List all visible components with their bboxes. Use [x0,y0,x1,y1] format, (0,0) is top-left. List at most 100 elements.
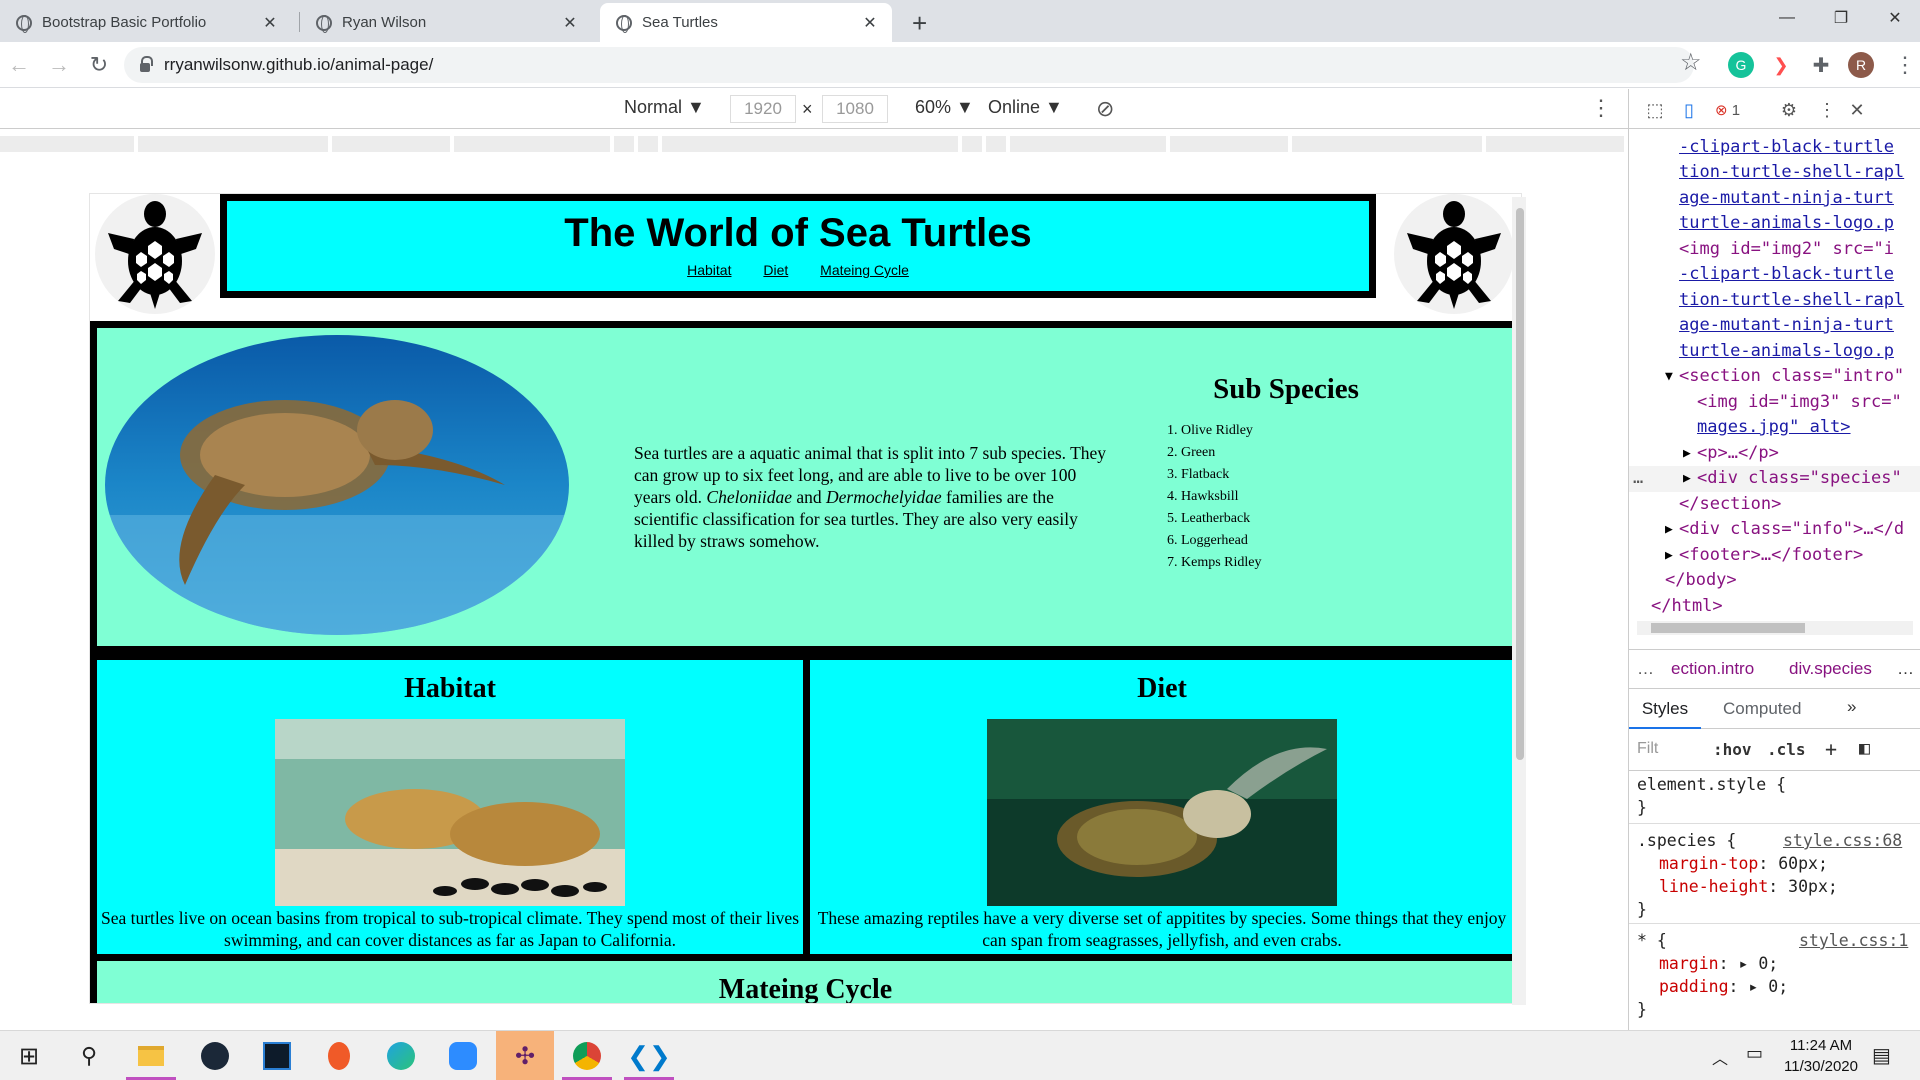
minimize-button[interactable]: — [1764,0,1810,36]
menu-icon[interactable]: ⋮ [1894,52,1916,78]
breadcrumb-item[interactable]: ection.intro [1671,659,1754,679]
close-icon[interactable]: ✕ [860,13,880,33]
dom-line[interactable]: </body> [1665,568,1737,594]
tab-sea-turtles[interactable]: Sea Turtles ✕ [600,3,892,42]
breadcrumb-item[interactable]: div.species [1789,659,1872,679]
more-icon[interactable]: ⋮ [1815,98,1839,122]
dom-line[interactable]: tion-turtle-shell-rapl [1679,160,1904,186]
extension-icon[interactable]: ❯ [1768,52,1794,78]
close-icon[interactable]: ✕ [560,13,580,33]
clock[interactable]: 11:24 AM 11/30/2020 [1776,1035,1866,1077]
maximize-button[interactable]: ❐ [1818,0,1864,36]
width-input[interactable]: 1920 [730,95,796,123]
dom-line[interactable]: <p>…</p> [1697,441,1779,467]
device-mode-dropdown[interactable]: Normal ▼ [624,97,705,118]
avatar[interactable]: R [1848,52,1874,78]
sidebar-toggle-icon[interactable]: ◧ [1859,738,1870,759]
dom-line[interactable]: <div class="info">…</d [1679,517,1904,543]
expand-icon[interactable]: ▶ [1683,441,1691,467]
dom-line-selected[interactable]: <div class="species" [1697,466,1902,492]
app-icon[interactable] [252,1031,302,1080]
expand-icon[interactable]: ▼ [1665,364,1673,390]
zoom-dropdown[interactable]: 60% ▼ [915,97,974,118]
more-icon[interactable]: … [1897,659,1914,679]
forward-button[interactable]: → [44,50,74,80]
slack-icon[interactable]: ✣ [496,1031,554,1080]
steam-icon[interactable] [190,1031,240,1080]
dom-line[interactable]: age-mutant-ninja-turt [1679,313,1894,339]
expand-icon[interactable]: ▶ [1665,543,1673,569]
close-window-button[interactable]: ✕ [1872,0,1918,36]
app-icon[interactable] [314,1031,364,1080]
habitat-photo [275,719,625,906]
puzzle-icon[interactable]: ✚ [1808,52,1834,78]
dom-line[interactable]: -clipart-black-turtle [1679,262,1894,288]
tab-bootstrap[interactable]: Bootstrap Basic Portfolio ✕ [0,3,292,42]
dom-line[interactable]: <img id="img2" src="i [1679,237,1894,263]
rule-selector[interactable]: * { [1637,929,1667,952]
nav-link-habitat[interactable]: Habitat [687,262,731,278]
css-property[interactable]: line-height: 30px; [1659,875,1838,898]
scrollbar-thumb[interactable] [1516,208,1524,760]
inspect-icon[interactable]: ⬚ [1643,98,1667,122]
device-toggle-icon[interactable]: ▯ [1677,98,1701,122]
tab-styles[interactable]: Styles [1629,689,1701,729]
edge-icon[interactable] [376,1031,426,1080]
windows-start-icon[interactable]: ⊞ [4,1031,54,1080]
gear-icon[interactable]: ⚙ [1777,98,1801,122]
chevron-up-icon[interactable]: ︿ [1712,1045,1728,1069]
star-icon[interactable]: ☆ [1680,48,1702,77]
dom-line[interactable]: mages.jpg" alt> [1697,415,1851,441]
dom-line[interactable]: tion-turtle-shell-rapl [1679,288,1904,314]
element-style-rule[interactable]: element.style { [1637,773,1786,796]
rule-source-link[interactable]: style.css:1 [1799,929,1908,952]
nav-link-diet[interactable]: Diet [763,262,788,278]
search-icon[interactable]: ⚲ [64,1031,114,1080]
dom-line[interactable]: -clipart-black-turtle [1679,135,1894,161]
chrome-icon[interactable] [562,1031,612,1080]
rotate-icon[interactable]: ⊘ [1096,96,1114,122]
back-button[interactable]: ← [4,50,34,80]
css-property[interactable]: margin: ▸ 0; [1659,952,1778,975]
dom-line[interactable]: <img id="img3" src=" [1697,390,1902,416]
add-rule-icon[interactable]: + [1825,737,1837,761]
expand-icon[interactable]: ▸ [1748,977,1758,996]
device-icon[interactable]: ▭ [1746,1043,1763,1064]
close-icon[interactable]: ✕ [1845,98,1869,122]
rule-selector[interactable]: .species { [1637,829,1736,852]
dom-line[interactable]: turtle-animals-logo.p [1679,339,1894,365]
expand-icon[interactable]: ▸ [1738,954,1748,973]
dom-line[interactable]: turtle-animals-logo.p [1679,211,1894,237]
filter-input[interactable]: Filt [1637,740,1658,758]
rule-source-link[interactable]: style.css:68 [1783,829,1902,852]
dom-line[interactable]: <section class="intro" [1679,364,1904,390]
expand-icon[interactable]: ▶ [1665,517,1673,543]
dom-line[interactable]: </html> [1651,594,1723,620]
cls-button[interactable]: .cls [1767,740,1806,759]
dom-line[interactable]: </section> [1679,492,1781,518]
address-bar[interactable]: rryanwilsonw.github.io/animal-page/ [124,47,1694,83]
tab-ryan-wilson[interactable]: Ryan Wilson ✕ [300,3,592,42]
css-property[interactable]: margin-top: 60px; [1659,852,1828,875]
hov-button[interactable]: :hov [1713,740,1752,759]
new-tab-button[interactable]: + [912,8,927,39]
height-input[interactable]: 1080 [822,95,888,123]
reload-button[interactable]: ↻ [84,50,114,80]
error-badge[interactable]: ⊗ 1 [1715,101,1740,119]
expand-icon[interactable]: ▶ [1683,466,1691,492]
scrollbar-thumb[interactable] [1651,623,1805,633]
zoom-icon[interactable] [438,1031,488,1080]
close-icon[interactable]: ✕ [260,13,280,33]
css-property[interactable]: padding: ▸ 0; [1659,975,1788,998]
notifications-icon[interactable]: ▤ [1872,1043,1891,1068]
grammarly-icon[interactable]: G [1728,52,1754,78]
dom-line[interactable]: age-mutant-ninja-turt [1679,186,1894,212]
more-options-icon[interactable]: ⋮ [1590,95,1612,121]
vscode-icon[interactable]: ❮❯ [624,1031,674,1080]
nav-link-mateing-cycle[interactable]: Mateing Cycle [820,262,909,278]
dom-line[interactable]: <footer>…</footer> [1679,543,1863,569]
throttle-dropdown[interactable]: Online ▼ [988,97,1063,118]
chevron-right-icon[interactable]: » [1847,697,1856,717]
file-explorer-icon[interactable] [126,1031,176,1080]
tab-computed[interactable]: Computed [1723,699,1801,719]
